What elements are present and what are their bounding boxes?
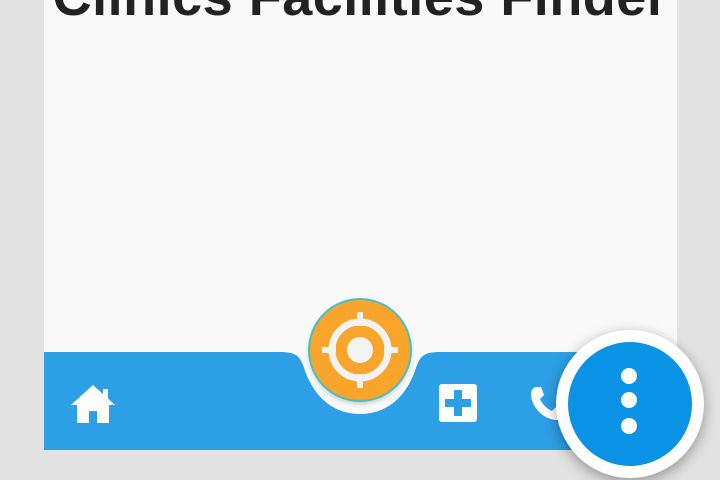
app-title: Clinics Facilities Finder [44, 0, 677, 28]
locate-me-button[interactable] [310, 300, 410, 400]
home-icon [71, 385, 115, 423]
more-vert-icon [621, 368, 637, 434]
overflow-menu-button-fill [568, 342, 692, 466]
overflow-menu-button[interactable] [556, 330, 704, 478]
medical-cross-icon [439, 384, 477, 422]
nav-home-button[interactable] [68, 381, 118, 427]
crosshair-locate-icon [322, 312, 398, 388]
nav-clinics-button[interactable] [436, 381, 480, 425]
